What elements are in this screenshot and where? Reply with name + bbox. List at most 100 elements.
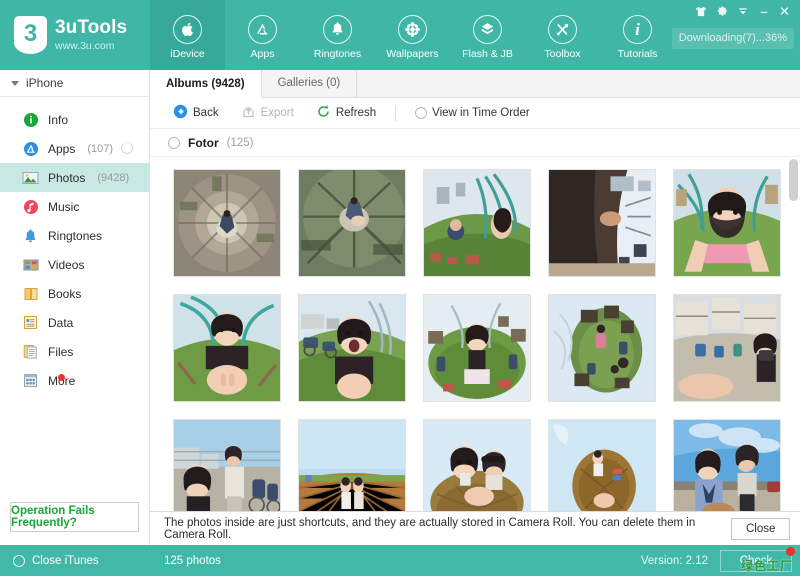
photo-thumbnail[interactable] — [672, 294, 781, 402]
status-right: 125 photos Version: 2.12 Check — [150, 546, 800, 572]
photo-thumbnail[interactable] — [172, 294, 281, 402]
nav-tab-tutorials[interactable]: i Tutorials — [600, 0, 675, 70]
nav-tab-flash-jb[interactable]: Flash & JB — [450, 0, 525, 70]
film-icon — [22, 256, 39, 273]
photo-thumbnail[interactable] — [297, 419, 406, 511]
radio-icon — [415, 107, 428, 119]
sidebar-item-label: Music — [48, 199, 80, 214]
album-radio-icon[interactable] — [168, 136, 180, 149]
sidebar-item-label: Videos — [48, 257, 85, 272]
export-icon — [241, 104, 256, 122]
device-selector[interactable]: iPhone — [0, 70, 149, 97]
sidebar-item-count: (9428) — [97, 171, 130, 184]
nav-tab-apps[interactable]: Apps — [225, 0, 300, 70]
sidebar-item-label: Ringtones — [48, 228, 103, 243]
sidebar-item-info[interactable]: Info — [0, 105, 149, 134]
tab-albums[interactable]: Albums (9428) — [150, 70, 262, 98]
nav-tab-idevice[interactable]: iDevice — [150, 0, 225, 70]
sidebar-item-files[interactable]: Files — [0, 337, 149, 366]
info-icon: i — [623, 14, 652, 44]
photo-thumbnail[interactable] — [297, 294, 406, 402]
photo-thumbnail[interactable] — [422, 294, 531, 402]
download-status-badge[interactable]: Downloading(7)...36% — [671, 28, 794, 49]
sidebar-item-label: Apps — [48, 141, 76, 156]
refresh-label: Refresh — [335, 107, 377, 119]
sidebar-item-videos[interactable]: Videos — [0, 250, 149, 279]
check-update-button[interactable]: Check — [720, 546, 795, 572]
status-tail: Version: 2.12 Check — [640, 546, 795, 572]
gear-icon[interactable] — [712, 3, 731, 19]
photo-thumbnail[interactable] — [297, 169, 406, 277]
update-notification-dot — [786, 546, 795, 556]
nav-tab-toolbox[interactable]: Toolbox — [525, 0, 600, 70]
album-header: Fotor (125) — [150, 129, 800, 157]
sidebar-item-label: Info — [48, 112, 69, 127]
menu-down-icon[interactable] — [733, 3, 752, 19]
photo-thumbnail[interactable] — [422, 169, 531, 277]
nav-tab-label: Toolbox — [544, 47, 581, 60]
nav-tab-wallpapers[interactable]: Wallpapers — [375, 0, 450, 70]
photo-thumbnail[interactable] — [422, 419, 531, 511]
vertical-scrollbar[interactable] — [789, 157, 798, 511]
skin-icon[interactable] — [691, 3, 710, 19]
version-label: Version: 2.12 — [640, 554, 708, 567]
data-doc-icon — [22, 314, 39, 331]
photo-thumbnail[interactable] — [672, 169, 781, 277]
back-button[interactable]: Back — [162, 102, 230, 124]
nav-tab-ringtones[interactable]: Ringtones — [300, 0, 375, 70]
sidebar-list: Info Apps (107) Photos (9428) Music Ring… — [0, 97, 149, 395]
minimize-icon[interactable] — [754, 3, 773, 19]
operation-fails-button[interactable]: Operation Fails Frequently? — [10, 502, 139, 532]
notice-close-button[interactable]: Close — [731, 517, 790, 540]
photo-icon — [22, 169, 39, 186]
sidebar-item-more[interactable]: More — [0, 366, 149, 395]
tools-icon — [548, 14, 577, 44]
sidebar-item-label: Data — [48, 315, 74, 330]
3utools-window: 3 3uTools www.3u.com iDevice Apps Ringto… — [0, 0, 800, 576]
photo-thumbnail[interactable] — [172, 419, 281, 511]
radio-icon — [13, 554, 25, 567]
photo-count-label: 125 photos — [164, 554, 221, 567]
photo-thumbnail[interactable] — [547, 419, 656, 511]
sidebar-item-label: Photos — [48, 170, 86, 185]
close-icon[interactable] — [775, 3, 794, 19]
apple-icon — [173, 14, 202, 44]
sidebar-item-label: Books — [48, 286, 82, 301]
back-label: Back — [193, 107, 219, 119]
sidebar-item-data[interactable]: Data — [0, 308, 149, 337]
nav-tab-label: Wallpapers — [386, 47, 439, 60]
appstore-icon — [248, 14, 277, 44]
notice-text: The photos inside are just shortcuts, an… — [164, 516, 696, 541]
sidebar: iPhone Info Apps (107) Photos (9428) Mus… — [0, 70, 150, 545]
photo-thumbnail[interactable] — [547, 169, 656, 277]
sidebar-item-label: Files — [48, 344, 74, 359]
brand-name: 3uTools — [55, 16, 128, 38]
scrollbar-thumb[interactable] — [789, 159, 798, 201]
sidebar-item-photos[interactable]: Photos (9428) — [0, 163, 149, 192]
close-itunes-label: Close iTunes — [32, 554, 99, 567]
top-bar: 3 3uTools www.3u.com iDevice Apps Ringto… — [0, 0, 800, 70]
view-in-time-order-option[interactable]: View in Time Order — [404, 102, 541, 124]
flower-icon — [398, 14, 427, 44]
nav-tab-label: Apps — [250, 47, 275, 60]
info-circle-icon — [22, 111, 39, 128]
photo-thumbnail[interactable] — [672, 419, 781, 511]
sidebar-item-ringtones[interactable]: Ringtones — [0, 221, 149, 250]
notification-dot — [58, 373, 65, 381]
music-circle-icon — [22, 198, 39, 215]
sidebar-item-count: (107) — [87, 142, 114, 155]
sidebar-item-music[interactable]: Music — [0, 192, 149, 221]
tab-galleries[interactable]: Galleries (0) — [262, 69, 358, 97]
photo-thumbnail[interactable] — [547, 294, 656, 402]
sidebar-item-apps[interactable]: Apps (107) — [0, 134, 149, 163]
export-button[interactable]: Export — [230, 102, 305, 124]
box-open-icon — [473, 14, 502, 44]
loading-spinner-icon — [121, 142, 133, 154]
photo-thumbnail[interactable] — [172, 169, 281, 277]
status-bar: Close iTunes 125 photos Version: 2.12 Ch… — [0, 545, 800, 576]
refresh-button[interactable]: Refresh — [305, 102, 387, 124]
close-itunes-option[interactable]: Close iTunes — [0, 554, 150, 567]
nav-tab-label: Tutorials — [617, 47, 658, 60]
nav-tab-label: iDevice — [170, 47, 205, 60]
sidebar-item-books[interactable]: Books — [0, 279, 149, 308]
